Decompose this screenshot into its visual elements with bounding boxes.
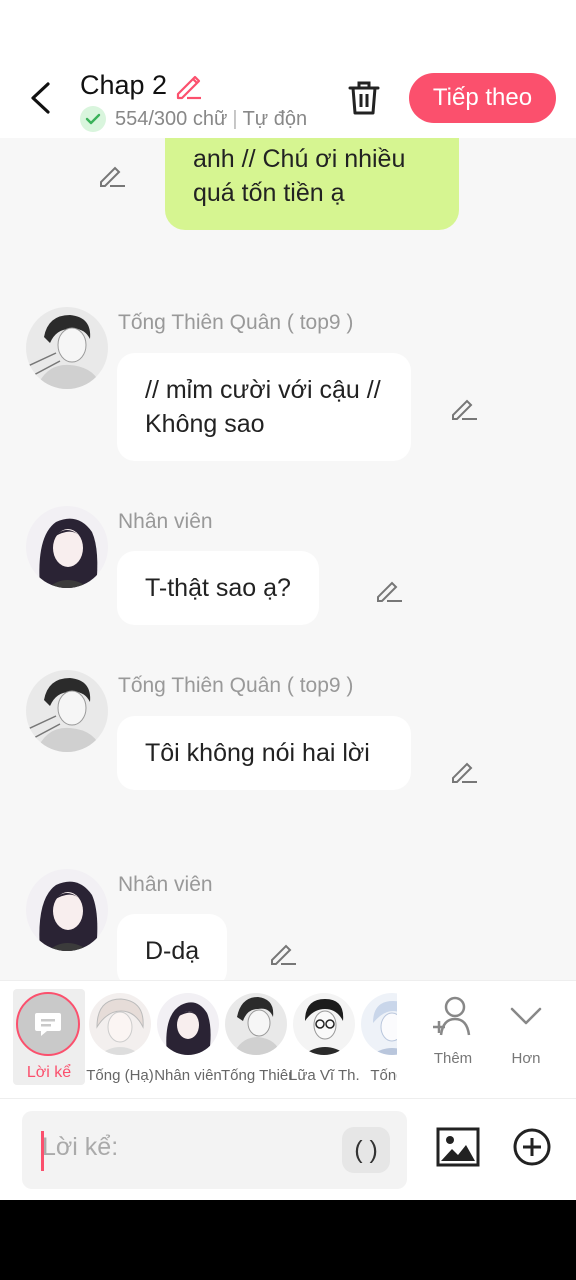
title-row: Chap 2 (80, 70, 203, 101)
word-count: 554/300 chữ (115, 107, 228, 130)
delete-button[interactable] (344, 78, 384, 118)
message-bubble[interactable]: T-thật sao ạ? (117, 551, 319, 625)
pencil-icon (176, 75, 202, 99)
blue-avatar-icon (361, 993, 397, 1055)
parentheses-button[interactable]: ( ) (342, 1127, 390, 1173)
pencil-icon (100, 166, 125, 187)
character-name: Nhân viên (154, 1067, 222, 1084)
add-button[interactable] (512, 1127, 552, 1167)
edit-message-button[interactable] (449, 393, 479, 423)
edit-message-button[interactable] (97, 160, 127, 190)
next-button[interactable]: Tiếp theo (409, 73, 556, 123)
edit-title-button[interactable] (173, 71, 203, 101)
chat-area[interactable]: anh // Chú ơi nhiều quá tốn tiền ạ Tống … (0, 138, 576, 980)
more-button[interactable]: Hơn (494, 995, 558, 1067)
header: Chap 2 554/300 chữ | Tự độn Tiếp theo (0, 60, 576, 138)
status-bar (0, 0, 576, 60)
message-bubble[interactable]: // mỉm cười với cậu // Không sao (117, 353, 411, 461)
character-item[interactable]: Nhân viên (153, 993, 223, 1084)
narrator-button[interactable]: Lời kể (13, 989, 85, 1085)
edit-message-button[interactable] (374, 575, 404, 605)
message-bubble[interactable]: D-dạ (117, 914, 228, 980)
character-name: Tống Thiên... (221, 1067, 291, 1084)
meta-row: 554/300 chữ | Tự độn (80, 106, 320, 134)
trash-icon (348, 81, 380, 115)
pencil-icon (452, 762, 477, 783)
male-avatar-icon[interactable] (26, 670, 108, 752)
add-character-button[interactable]: Thêm (421, 995, 485, 1067)
character-item[interactable]: Tống (Hạ) (85, 993, 155, 1084)
message-bubble-self[interactable]: anh // Chú ơi nhiều quá tốn tiền ạ (165, 138, 459, 230)
more-label: Hơn (511, 1050, 541, 1067)
pencil-icon (452, 399, 477, 420)
back-button[interactable] (22, 78, 58, 118)
speaker-name: Nhân viên (118, 510, 213, 533)
male-avatar-icon (225, 993, 287, 1055)
character-item[interactable]: Lữa Vĩ Th... (289, 993, 359, 1084)
narrator-label: Lời kể (26, 1064, 72, 1081)
autosave-status: Tự độn (242, 107, 308, 130)
character-list[interactable]: Tống (Hạ) Nhân viên Tống Thiên... Lữa Vĩ… (85, 981, 397, 1099)
female-avatar-icon[interactable] (26, 506, 108, 588)
pencil-icon (271, 944, 296, 965)
glasses-avatar-icon (293, 993, 355, 1055)
chat-bubble-icon (35, 1013, 61, 1036)
plus-circle-icon (513, 1128, 551, 1166)
female-avatar-icon (157, 993, 219, 1055)
message-input[interactable]: Lời kể: ( ) (22, 1111, 407, 1189)
divider: | (232, 107, 238, 130)
white-hair-avatar-icon (89, 993, 151, 1055)
speaker-name: Tống Thiên Quân ( top9 ) (118, 674, 354, 697)
character-name: Lữa Vĩ Th... (289, 1067, 359, 1084)
insert-image-button[interactable] (436, 1125, 480, 1169)
input-bar: Lời kể: ( ) (0, 1098, 576, 1200)
edit-message-button[interactable] (449, 756, 479, 786)
character-item[interactable]: Tống ( (357, 993, 397, 1084)
chevron-down-icon (510, 1007, 542, 1025)
input-placeholder: Lời kể: (42, 1133, 119, 1161)
male-avatar-icon[interactable] (26, 307, 108, 389)
speaker-name: Nhân viên (118, 873, 213, 896)
image-icon (436, 1127, 480, 1167)
speaker-name: Tống Thiên Quân ( top9 ) (118, 311, 354, 334)
message-bubble[interactable]: Tôi không nói hai lời (117, 716, 411, 790)
chevron-left-icon (31, 82, 50, 114)
female-avatar-icon[interactable] (26, 869, 108, 951)
pencil-icon (377, 581, 402, 602)
add-label: Thêm (433, 1050, 473, 1067)
check-icon (80, 106, 106, 132)
character-name: Tống ( (370, 1067, 397, 1084)
character-name: Tống (Hạ) (86, 1067, 154, 1084)
page-title: Chap 2 (80, 70, 168, 100)
add-user-icon (433, 996, 471, 1036)
narrator-circle (16, 992, 80, 1056)
edit-message-button[interactable] (268, 938, 298, 968)
character-item[interactable]: Tống Thiên... (221, 993, 291, 1084)
character-bar: Lời kể Tống (Hạ) Nhân viên Tống Thiên... (0, 980, 576, 1098)
app-screen: Chap 2 554/300 chữ | Tự độn Tiếp theo an… (0, 0, 576, 1200)
